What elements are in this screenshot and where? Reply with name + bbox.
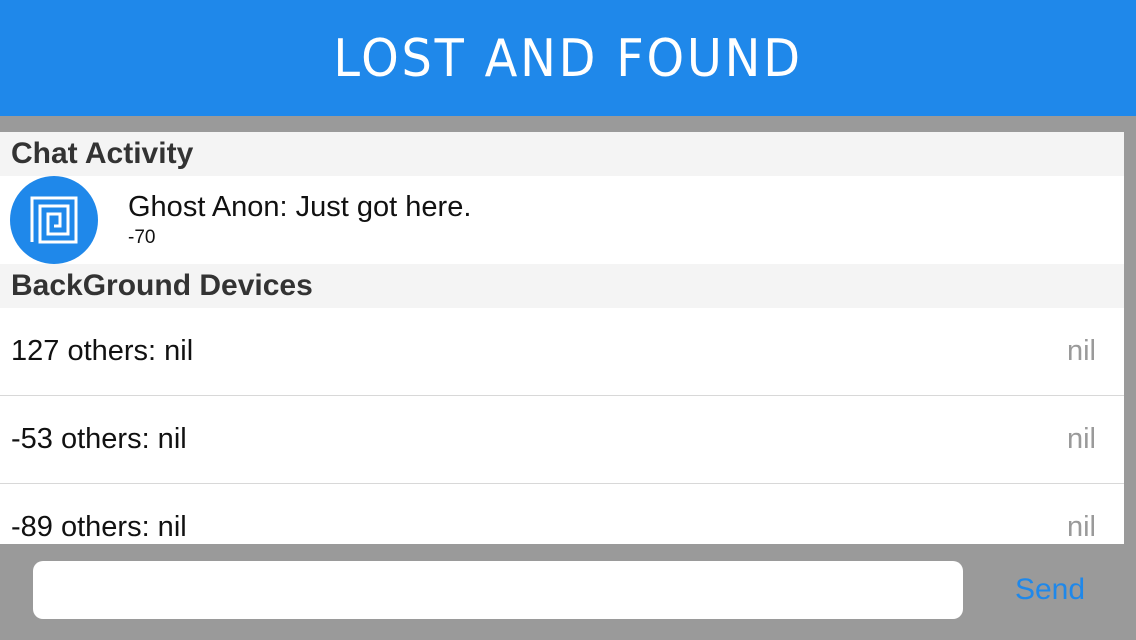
spiral-square-icon (30, 196, 78, 244)
section-header-chat-activity: Chat Activity (0, 132, 1124, 176)
message-input[interactable] (33, 561, 963, 619)
activity-table[interactable]: Chat Activity Ghost Anon: Just got here.… (0, 132, 1124, 544)
device-label: -89 others: nil (11, 511, 187, 543)
device-label: -53 others: nil (11, 423, 187, 455)
device-detail: nil (1066, 423, 1096, 455)
chat-row[interactable]: Ghost Anon: Just got here. -70 (0, 176, 1124, 264)
table-row[interactable]: 127 others: nil nil (0, 308, 1124, 396)
message-composer: Send (0, 544, 1136, 640)
chat-signal-value: -70 (128, 227, 156, 248)
table-row[interactable]: -53 others: nil nil (0, 396, 1124, 484)
page-title: LOST AND FOUND (333, 29, 803, 89)
section-header-background-devices: BackGround Devices (0, 264, 1124, 308)
nav-bar: LOST AND FOUND (0, 0, 1136, 116)
device-label: 127 others: nil (11, 335, 194, 367)
chat-message: Ghost Anon: Just got here. (128, 191, 472, 223)
device-detail: nil (1066, 511, 1096, 543)
avatar (10, 176, 98, 264)
device-detail: nil (1066, 335, 1096, 367)
table-row[interactable]: -89 others: nil nil (0, 484, 1124, 544)
send-button[interactable]: Send (990, 561, 1110, 619)
